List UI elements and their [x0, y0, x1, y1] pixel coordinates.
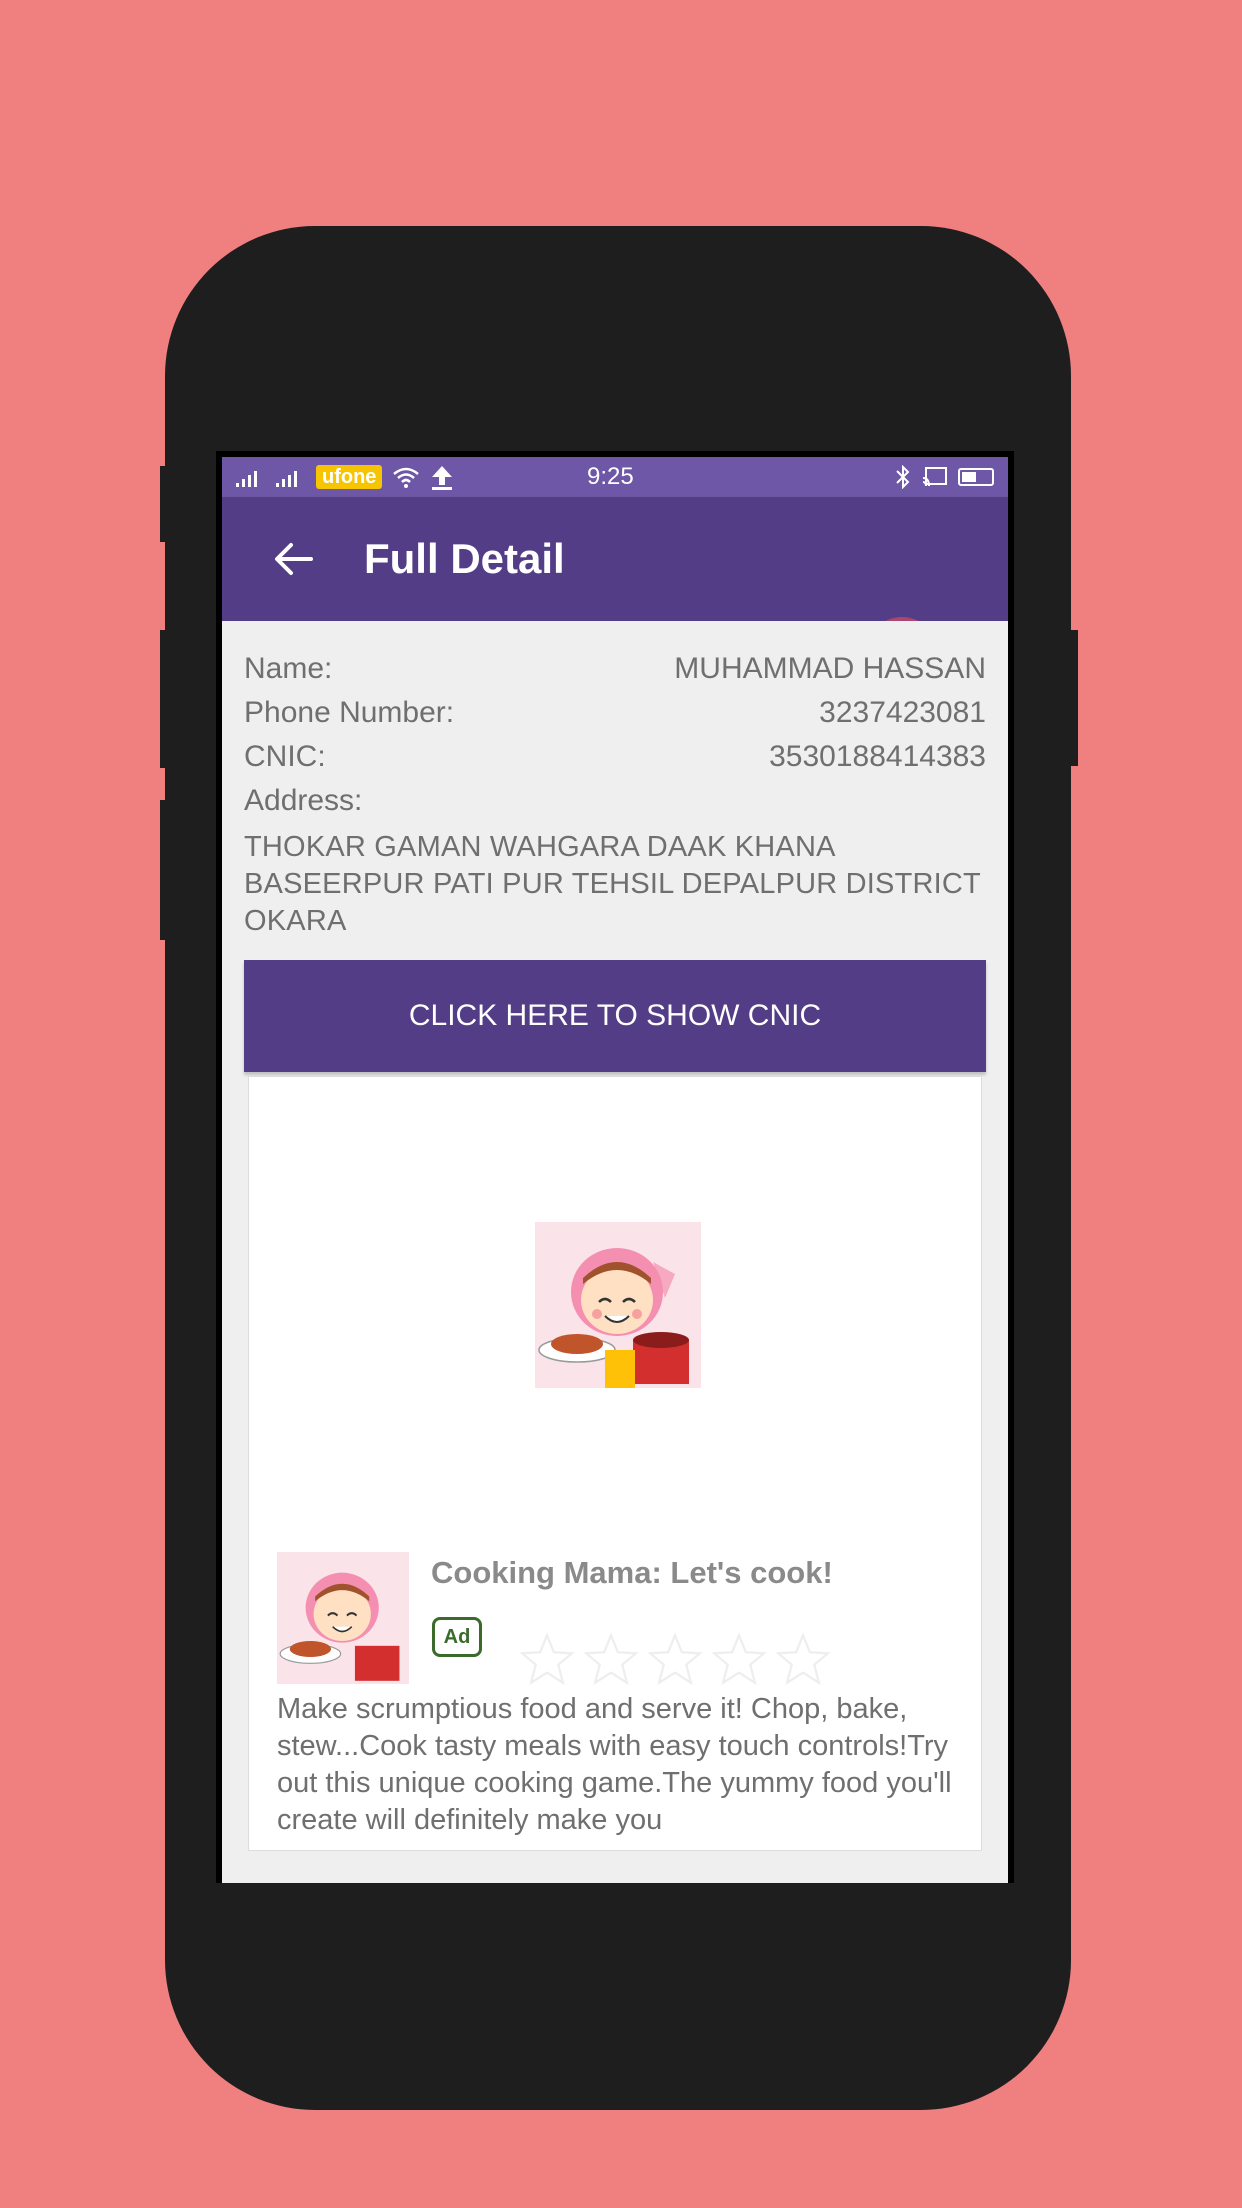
ad-hero-image[interactable]	[535, 1222, 701, 1388]
upload-icon	[432, 466, 453, 490]
cnic-value: 3530188414383	[769, 740, 986, 773]
name-label: Name:	[244, 652, 333, 685]
status-time: 9:25	[587, 463, 634, 490]
star-icon	[647, 1633, 703, 1685]
detail-content: Name: MUHAMMAD HASSAN Phone Number: 3237…	[222, 621, 1008, 1883]
name-row: Name: MUHAMMAD HASSAN	[244, 647, 986, 691]
address-row: Address:	[244, 779, 986, 823]
ad-title[interactable]: Cooking Mama: Let's cook!	[431, 1555, 833, 1591]
show-cnic-button[interactable]: CLICK HERE TO SHOW CNIC	[244, 960, 986, 1072]
star-icon	[711, 1633, 767, 1685]
cast-icon	[922, 467, 947, 487]
address-value: THOKAR GAMAN WAHGARA DAAK KHANA BASEERPU…	[244, 831, 981, 937]
bluetooth-icon	[896, 465, 910, 489]
wifi-icon	[393, 467, 420, 488]
battery-icon	[958, 468, 994, 486]
status-left: ufone	[236, 464, 454, 490]
phone-value: 3237423081	[819, 696, 986, 729]
ad-card[interactable]: Cooking Mama: Let's cook! Ad Make scrump…	[248, 1076, 982, 1851]
signal-icon-2	[276, 471, 297, 487]
cnic-label: CNIC:	[244, 740, 326, 773]
ad-badge: Ad	[432, 1617, 482, 1657]
ad-rating-stars	[519, 1633, 831, 1685]
back-arrow-icon[interactable]	[258, 524, 328, 594]
carrier-logo: ufone	[316, 465, 383, 489]
phone-screen: ufone 9:25 Full Detail Name: MUHAMMAD HA…	[216, 451, 1014, 1883]
status-bar: ufone 9:25	[222, 457, 1008, 497]
star-icon	[583, 1633, 639, 1685]
star-icon	[519, 1633, 575, 1685]
status-right	[894, 465, 994, 489]
signal-icon	[236, 471, 257, 487]
phone-label: Phone Number:	[244, 696, 455, 729]
ad-description[interactable]: Make scrumptious food and serve it! Chop…	[277, 1691, 957, 1839]
name-value: MUHAMMAD HASSAN	[674, 652, 986, 685]
app-bar: Full Detail	[222, 497, 1008, 689]
phone-row: Phone Number: 3237423081	[244, 691, 986, 735]
cnic-row: CNIC: 3530188414383	[244, 735, 986, 779]
page-title: Full Detail	[364, 535, 565, 582]
ad-app-icon[interactable]	[277, 1552, 409, 1684]
address-label: Address:	[244, 784, 363, 817]
star-icon	[775, 1633, 831, 1685]
